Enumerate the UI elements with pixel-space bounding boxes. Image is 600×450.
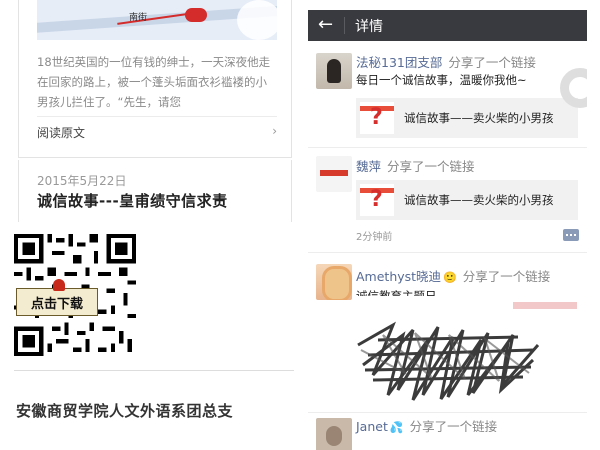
link-title: 诚信故事——卖火柴的小男孩: [404, 193, 554, 207]
divider: [308, 412, 587, 413]
divider: [14, 370, 294, 371]
avatar[interactable]: [316, 53, 352, 89]
post-author[interactable]: Amethyst晓迪 🙂 分享了一个链接: [356, 266, 550, 285]
post-action: 分享了一个链接: [387, 159, 475, 174]
download-qr-area[interactable]: 点击下载: [14, 226, 298, 370]
article-title: 诚信故事---皇甫绩守信求责: [37, 192, 228, 210]
emoji-icon: 🙂: [443, 271, 457, 284]
post-author-name[interactable]: 魏萍: [356, 159, 381, 174]
read-more-link[interactable]: 阅读原文 ›: [37, 124, 277, 140]
download-label[interactable]: 点击下载: [16, 279, 98, 316]
emoji-icon: 💦: [389, 421, 404, 434]
article-excerpt: 18世纪英国的一位有钱的绅士，一天深夜他走在回家的路上，被一个蓬头垢面衣衫褴褛的…: [37, 55, 271, 109]
footer-org-name: 安徽商贸学院人文外语系团总支: [16, 402, 234, 420]
article-date: 2015年5月22日: [37, 174, 127, 188]
article-panel: 南街 18世纪英国的一位有钱的绅士，一天深夜他走在回家的路上，被一个蓬头垢面衣衫…: [0, 0, 300, 450]
redaction-scribble: [357, 321, 540, 401]
avatar[interactable]: [316, 264, 352, 300]
article-card-next[interactable]: 2015年5月22日 诚信故事---皇甫绩守信求责: [18, 160, 292, 222]
page-title: 详情: [355, 19, 383, 35]
divider: [37, 116, 277, 117]
post-author-name[interactable]: Amethyst晓迪: [356, 269, 441, 284]
post-author[interactable]: Janet 💦 分享了一个链接: [356, 416, 497, 435]
avatar[interactable]: [316, 156, 352, 192]
divider: [344, 17, 345, 34]
link-preview-strip: [513, 302, 577, 309]
post-action: 分享了一个链接: [409, 419, 498, 434]
shared-link-card[interactable]: ? 诚信故事——卖火柴的小男孩: [356, 98, 578, 138]
comment-icon[interactable]: [563, 229, 579, 241]
article-card[interactable]: 南街 18世纪英国的一位有钱的绅士，一天深夜他走在回家的路上，被一个蓬头垢面衣衫…: [18, 0, 292, 158]
avatar[interactable]: [316, 418, 352, 450]
post-text: 每日一个诚信故事，温暖你我他~: [356, 73, 527, 87]
link-thumbnail: ?: [360, 102, 394, 134]
post-action: 分享了一个链接: [462, 269, 551, 284]
post-text: 诚信教育主题日: [356, 289, 437, 296]
divider: [308, 252, 587, 253]
post-author[interactable]: 法秘131团支部 分享了一个链接: [356, 52, 536, 71]
back-arrow-icon[interactable]: ←: [318, 14, 338, 36]
post-author-name[interactable]: Janet: [356, 419, 388, 434]
moments-detail-panel: ← 详情 法秘131团支部 分享了一个链接 每日一个诚信故事，温暖你我他~ ? 诚…: [308, 10, 587, 450]
post-timestamp: 2分钟前: [356, 232, 393, 243]
shared-link-card[interactable]: ? 诚信故事——卖火柴的小男孩: [356, 180, 578, 220]
link-title: 诚信故事——卖火柴的小男孩: [404, 111, 554, 125]
link-thumbnail: ?: [360, 184, 394, 216]
read-more-label: 阅读原文: [37, 126, 86, 140]
divider: [308, 147, 587, 148]
chevron-right-icon: ›: [272, 124, 277, 138]
top-bar: ← 详情: [308, 10, 587, 41]
post-author[interactable]: 魏萍 分享了一个链接: [356, 156, 475, 175]
article-cover-image: 南街: [37, 0, 277, 40]
post-action: 分享了一个链接: [448, 55, 536, 70]
post-author-name[interactable]: 法秘131团支部: [356, 55, 442, 70]
